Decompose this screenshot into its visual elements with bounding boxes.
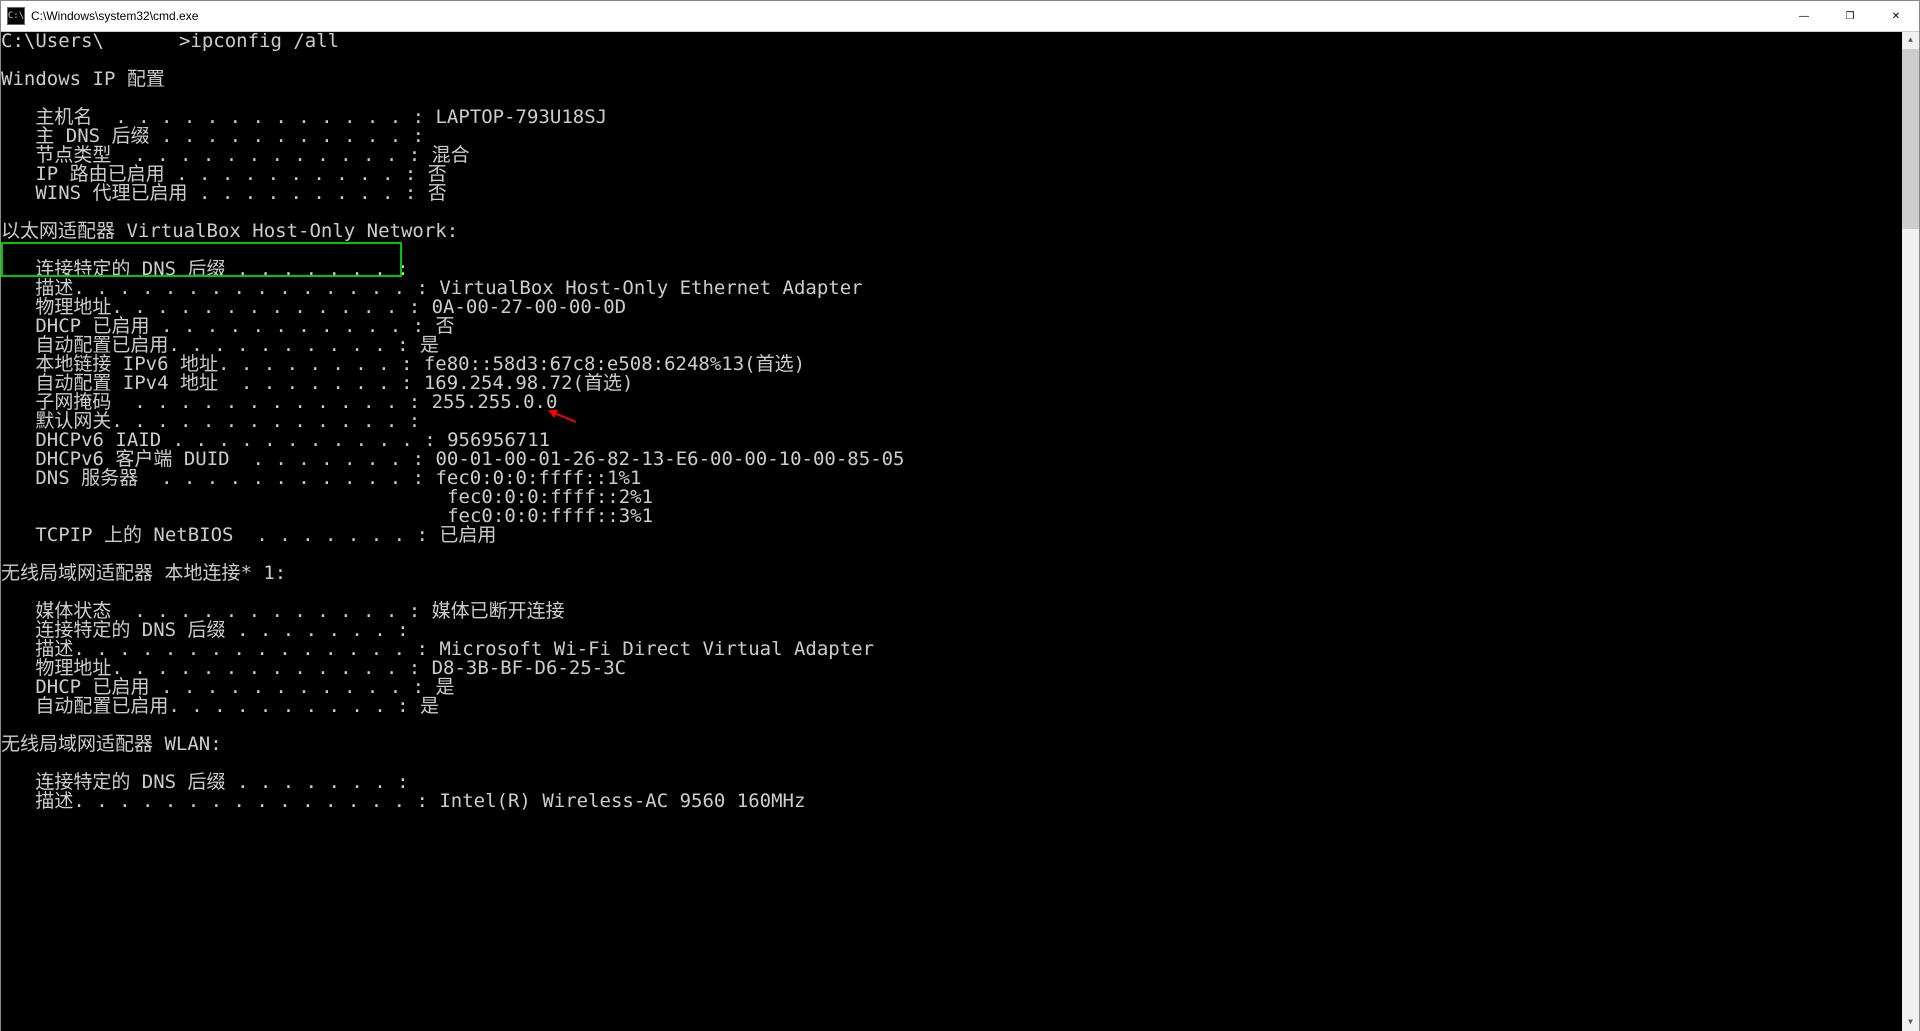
scroll-down-button[interactable]: ▼	[1902, 1014, 1919, 1031]
minimize-button[interactable]: —	[1781, 1, 1827, 31]
terminal-output[interactable]: C:\Users\>ipconfig /all Windows IP 配置 主机…	[1, 32, 1902, 1031]
close-button[interactable]: ✕	[1873, 1, 1919, 31]
cmd-window: C:\ C:\Windows\system32\cmd.exe — ❐ ✕ C:…	[0, 0, 1920, 1031]
window-title: C:\Windows\system32\cmd.exe	[31, 9, 198, 23]
vertical-scrollbar[interactable]: ▲ ▼	[1902, 32, 1919, 1031]
redacted-username	[104, 33, 179, 50]
scroll-thumb[interactable]	[1902, 49, 1919, 229]
scroll-up-button[interactable]: ▲	[1902, 32, 1919, 49]
app-icon: C:\	[7, 7, 25, 25]
maximize-button[interactable]: ❐	[1827, 1, 1873, 31]
window-titlebar[interactable]: C:\ C:\Windows\system32\cmd.exe — ❐ ✕	[1, 1, 1919, 32]
